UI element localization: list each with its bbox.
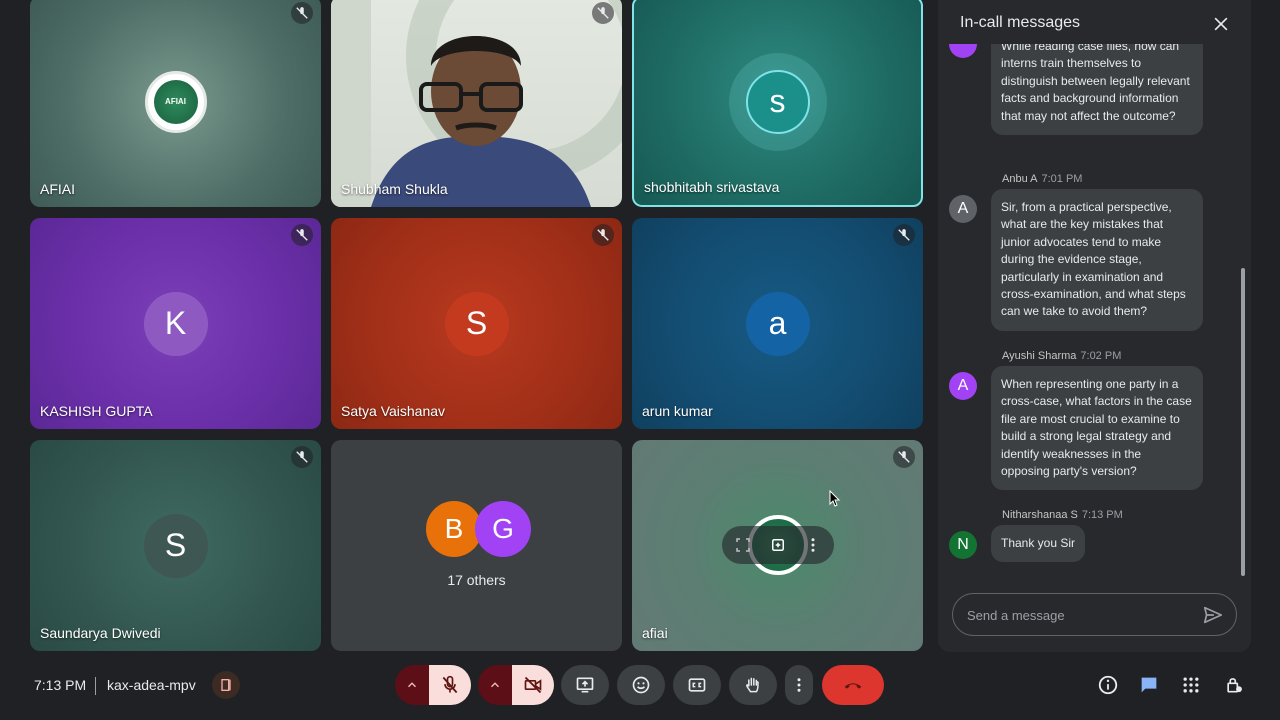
chevron-up-icon xyxy=(408,682,416,688)
mic-control-group xyxy=(395,665,471,705)
scrollbar[interactable] xyxy=(1241,268,1245,576)
raise-hand-button[interactable] xyxy=(729,665,777,705)
chevron-up-icon xyxy=(491,682,499,688)
avatar xyxy=(949,44,977,58)
mic-off-icon xyxy=(893,446,915,468)
mic-toggle-button[interactable] xyxy=(429,665,471,705)
avatar: B xyxy=(426,501,482,557)
message-bubble: Thank you Sir xyxy=(991,525,1086,563)
participant-tile[interactable]: K KASHISH GUPTA xyxy=(30,218,321,429)
video-grid: AFIAI AFIAI Shubham Shukla s shobhitabh … xyxy=(0,0,938,660)
camera-options-button[interactable] xyxy=(478,665,512,705)
leave-call-button[interactable] xyxy=(822,665,884,705)
emoji-icon xyxy=(632,676,650,694)
camera-control-group xyxy=(478,665,554,705)
message-bubble: When representing one party in a cross-c… xyxy=(991,366,1203,491)
close-icon[interactable] xyxy=(1211,14,1231,34)
participant-tile[interactable]: AFIAI AFIAI xyxy=(30,0,321,207)
mic-options-button[interactable] xyxy=(395,665,429,705)
hand-icon xyxy=(746,677,759,693)
participant-tile[interactable]: Shubham Shukla xyxy=(331,0,622,207)
avatar: s xyxy=(745,69,810,134)
participant-name: arun kumar xyxy=(642,403,713,419)
frame-icon[interactable] xyxy=(732,534,754,556)
more-options-button[interactable] xyxy=(785,665,813,705)
bottom-bar: 7:13 PM kax-adea-mpv xyxy=(0,660,1280,720)
mic-off-icon xyxy=(291,446,313,468)
sender-name: Anbu A xyxy=(1002,173,1038,185)
end-call-icon xyxy=(844,683,862,689)
participant-name: Satya Vaishanav xyxy=(341,403,446,419)
add-to-tile-icon[interactable] xyxy=(767,534,789,556)
panel-title: In-call messages xyxy=(960,14,1081,31)
captions-button[interactable] xyxy=(673,665,721,705)
avatar: K xyxy=(143,291,208,356)
participant-name: Shubham Shukla xyxy=(341,181,448,197)
clock: 7:13 PM xyxy=(34,677,87,693)
message-time: 7:02 PM xyxy=(1080,350,1122,362)
message-meta: Nitharshanaa S 7:13 PM xyxy=(1002,509,1123,521)
participant-name: KASHISH GUPTA xyxy=(40,403,153,419)
present-icon xyxy=(576,677,594,693)
sender-name: Nitharshanaa S xyxy=(1002,509,1078,521)
message-list[interactable]: While reading case files, how can intern… xyxy=(938,44,1251,584)
message-bubble: While reading case files, how can intern… xyxy=(991,44,1203,136)
avatar: A xyxy=(949,372,977,400)
meeting-details-icon[interactable] xyxy=(1096,673,1120,697)
tile-overlay-controls xyxy=(722,526,834,564)
self-tile[interactable]: afiai xyxy=(632,440,923,651)
mic-off-icon xyxy=(592,224,614,246)
avatar: S xyxy=(444,291,509,356)
message-bubble: Sir, from a practical perspective, what … xyxy=(991,189,1203,331)
present-screen-button[interactable] xyxy=(561,665,609,705)
captions-icon xyxy=(688,678,706,692)
message-time: 7:01 PM xyxy=(1041,173,1083,185)
meeting-code: kax-adea-mpv xyxy=(107,677,196,693)
participant-name: afiai xyxy=(642,625,668,641)
chat-icon[interactable] xyxy=(1137,673,1161,697)
message-time: 7:13 PM xyxy=(1081,509,1123,521)
avatar: S xyxy=(143,513,208,578)
send-icon[interactable] xyxy=(1202,604,1224,626)
participant-video xyxy=(331,0,622,207)
mic-off-icon xyxy=(291,224,313,246)
sender-name: Ayushi Sharma xyxy=(1002,350,1077,362)
divider xyxy=(95,677,96,695)
participant-name: AFIAI xyxy=(40,181,76,197)
avatar: A xyxy=(949,195,977,223)
more-options-icon[interactable] xyxy=(802,534,824,556)
in-call-messages-panel: In-call messages While reading case file… xyxy=(938,0,1251,652)
participant-tile[interactable]: S Satya Vaishanav xyxy=(331,218,622,429)
participant-name: Saundarya Dwivedi xyxy=(40,625,161,641)
others-count: 17 others xyxy=(447,572,506,588)
message-input[interactable] xyxy=(967,606,1187,624)
mic-off-icon xyxy=(592,2,614,24)
host-controls-icon[interactable] xyxy=(212,671,240,699)
mic-off-icon xyxy=(893,224,915,246)
participant-tile[interactable]: s shobhitabh srivastava xyxy=(632,0,923,207)
reactions-button[interactable] xyxy=(617,665,665,705)
message-meta: Anbu A 7:01 PM xyxy=(1002,173,1082,185)
more-vert-icon xyxy=(797,678,801,692)
message-compose xyxy=(952,593,1237,636)
avatar: N xyxy=(949,531,977,559)
others-tile[interactable]: B G 17 others xyxy=(331,440,622,651)
camera-toggle-button[interactable] xyxy=(512,665,554,705)
logo-text: AFIAI xyxy=(153,79,198,124)
host-lock-icon[interactable] xyxy=(1222,673,1246,697)
participant-tile[interactable]: a arun kumar xyxy=(632,218,923,429)
avatar: G xyxy=(475,501,531,557)
mouse-cursor-icon xyxy=(829,490,841,507)
camera-off-icon xyxy=(524,676,542,694)
mic-off-icon xyxy=(291,2,313,24)
afiai-logo: AFIAI xyxy=(144,70,207,133)
participant-tile[interactable]: S Saundarya Dwivedi xyxy=(30,440,321,651)
activities-icon[interactable] xyxy=(1179,673,1203,697)
participant-name: shobhitabh srivastava xyxy=(644,179,780,195)
avatar: a xyxy=(745,291,810,356)
message-meta: Ayushi Sharma 7:02 PM xyxy=(1002,350,1121,362)
mic-off-icon xyxy=(442,675,458,694)
